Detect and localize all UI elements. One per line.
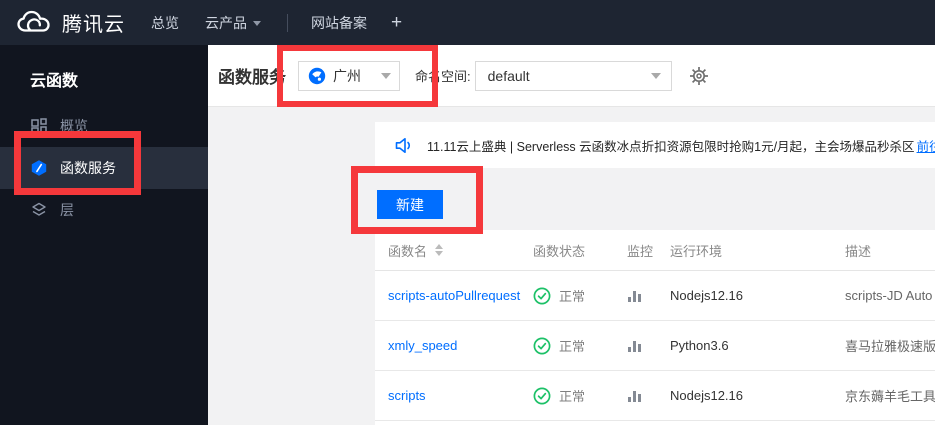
description-cell: 京东薅羊毛工具 — [845, 389, 935, 404]
sidebar-title: 云函数 — [30, 73, 79, 90]
nav-item-overview[interactable]: 总览 — [151, 13, 179, 33]
sidebar-item-layers[interactable]: 层 — [0, 189, 208, 231]
add-tab-button[interactable]: + — [391, 12, 402, 34]
namespace-value: default — [487, 67, 530, 84]
create-function-button[interactable]: 新建 — [377, 190, 443, 219]
status-ok-icon — [533, 387, 551, 405]
chevron-down-icon — [381, 72, 391, 79]
column-header-monitor: 监控 — [627, 243, 654, 259]
content-area: 11.11云上盛典 | Serverless 云函数冰点折扣资源包限时抢购1元/… — [208, 107, 935, 425]
column-header-description: 描述 — [845, 243, 872, 259]
monitor-bars-icon[interactable] — [627, 388, 670, 404]
status-ok-icon — [533, 337, 551, 355]
brand-name: 腾讯云 — [62, 14, 125, 36]
layers-icon — [30, 201, 48, 219]
status-badge: 正常 — [559, 339, 586, 354]
top-navbar: 腾讯云 总览 云产品 网站备案 + — [0, 0, 935, 45]
status-cell: 正常 — [533, 386, 627, 405]
function-name-link[interactable]: scripts — [388, 388, 426, 403]
page-header: 函数服务 广州 命名空间: default — [208, 45, 935, 107]
sort-icon[interactable] — [435, 244, 444, 256]
grid-icon — [30, 117, 48, 135]
sidebar-item-function-service[interactable]: 函数服务 — [0, 147, 208, 189]
sidebar-item-label: 概览 — [60, 118, 88, 134]
sidebar-item-overview[interactable]: 概览 — [0, 105, 208, 147]
chevron-down-icon — [650, 72, 661, 79]
column-header-function-name[interactable]: 函数名 — [388, 241, 533, 260]
promo-banner: 11.11云上盛典 | Serverless 云函数冰点折扣资源包限时抢购1元/… — [375, 122, 935, 168]
table-row: scripts-autoPullrequest 正常 Nodejs12.16 s… — [375, 271, 935, 321]
nav-item-cloud-products[interactable]: 云产品 — [205, 13, 261, 33]
table-row: xmly_speed 正常 Python3.6 喜马拉雅极速版刷 — [375, 321, 935, 371]
function-name-link[interactable]: scripts-autoPullrequest — [388, 288, 520, 303]
status-badge: 正常 — [559, 389, 586, 404]
sidebar-item-label: 层 — [60, 202, 74, 218]
runtime-cell: Nodejs12.16 — [670, 388, 743, 403]
gear-icon[interactable] — [689, 66, 709, 86]
function-hexagon-icon — [30, 159, 48, 177]
cloud-logo-icon — [16, 9, 53, 37]
banner-text: 11.11云上盛典 | Serverless 云函数冰点折扣资源包限时抢购1元/… — [427, 139, 915, 154]
nav-tab-website-icp[interactable]: 网站备案 — [311, 13, 367, 33]
monitor-bars-icon[interactable] — [627, 288, 670, 304]
speaker-icon — [395, 137, 414, 154]
description-cell: 喜马拉雅极速版刷 — [845, 339, 935, 354]
status-cell: 正常 — [533, 286, 627, 305]
status-badge: 正常 — [559, 289, 586, 304]
chevron-down-icon — [253, 21, 261, 26]
table-header-row: 函数名 函数状态 监控 运行环境 描述 — [375, 230, 935, 271]
status-ok-icon — [533, 287, 551, 305]
column-header-runtime: 运行环境 — [670, 243, 723, 259]
banner-go-link[interactable]: 前往 — [917, 136, 935, 155]
function-table: 函数名 函数状态 监控 运行环境 描述 scripts-autoPullrequ… — [375, 230, 935, 425]
region-selector[interactable]: 广州 — [298, 60, 400, 91]
function-name-link[interactable]: xmly_speed — [388, 338, 457, 353]
page-title: 函数服务 — [218, 68, 286, 87]
description-cell: scripts-JD Auto P — [845, 288, 935, 303]
tencent-cloud-logo[interactable]: 腾讯云 — [0, 8, 125, 37]
nav-divider — [287, 13, 288, 32]
namespace-label: 命名空间: — [415, 69, 471, 84]
namespace-selector[interactable]: default — [474, 60, 672, 91]
table-row: scripts 正常 Nodejs12.16 京东薅羊毛工具 — [375, 371, 935, 421]
runtime-cell: Python3.6 — [670, 338, 729, 353]
runtime-cell: Nodejs12.16 — [670, 288, 743, 303]
globe-icon — [308, 67, 326, 85]
region-value: 广州 — [333, 67, 361, 84]
column-header-status: 函数状态 — [533, 243, 586, 259]
monitor-bars-icon[interactable] — [627, 338, 670, 354]
status-cell: 正常 — [533, 336, 627, 355]
sidebar: 云函数 概览 函数服务 层 — [0, 45, 208, 425]
sidebar-item-label: 函数服务 — [60, 160, 116, 176]
